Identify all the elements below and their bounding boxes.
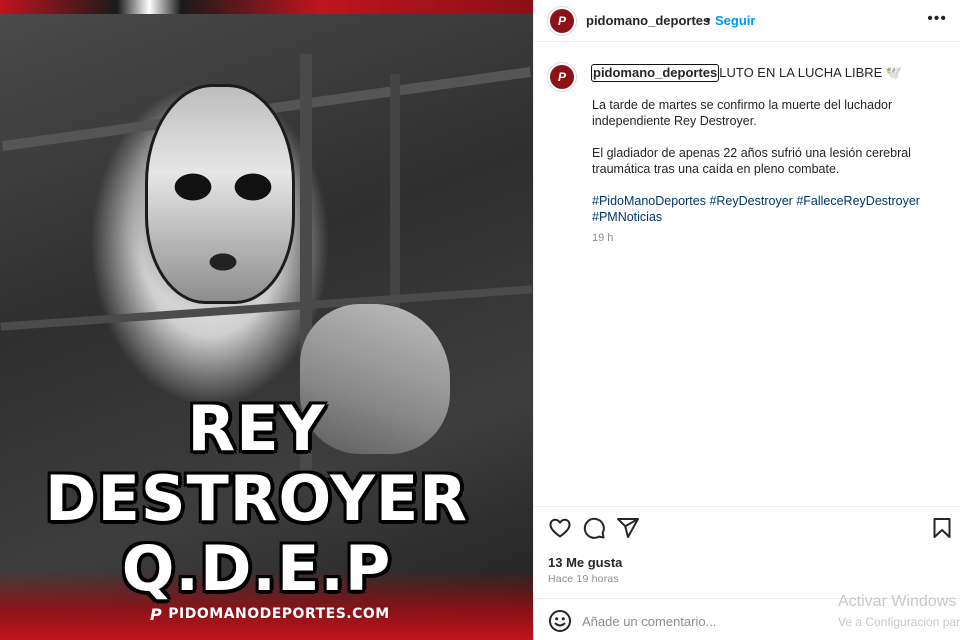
caption-paragraph: El gladiador de apenas 22 años sufrió un…	[592, 146, 911, 176]
os-activation-watermark: Activar Windows	[838, 593, 957, 610]
caption-avatar-logo-icon: P	[557, 70, 566, 84]
header-username-link[interactable]: pidomano_deportes	[586, 13, 710, 28]
roof-beam	[0, 285, 533, 331]
divider	[534, 506, 960, 507]
caption-first-line: pidomano_deportes LUTO EN LA LUCHA LIBRE …	[591, 64, 902, 82]
overlay-text-name-first: REY	[187, 392, 326, 465]
os-activation-watermark-subtitle: Ve a Configuración para...	[838, 615, 960, 629]
bookmark-icon[interactable]	[930, 516, 954, 540]
send-icon[interactable]	[616, 516, 640, 540]
image-top-band	[0, 0, 533, 14]
caption-timestamp[interactable]: 19 h	[592, 232, 613, 244]
avatar-logo-icon: P	[557, 14, 566, 28]
caption-title: LUTO EN LA LUCHA LIBRE 🕊️	[719, 65, 903, 80]
hashtag-link[interactable]: #FalleceReyDestroyer	[796, 194, 920, 208]
heart-icon[interactable]	[548, 516, 572, 540]
wrestler-mask	[145, 84, 295, 304]
brand-footer-text: PIDOMANODEPORTES.COM	[168, 606, 390, 622]
overlay-text-name-last: DESTROYER	[45, 462, 468, 535]
more-horizontal-icon[interactable]: •••	[927, 10, 947, 28]
caption-avatar[interactable]: P	[548, 63, 576, 91]
brand-logo-icon: P	[150, 604, 163, 624]
smiley-icon[interactable]	[548, 609, 572, 633]
post-image[interactable]: REY DESTROYER Q.D.E.P P PIDOMANODEPORTES…	[0, 0, 533, 640]
caption-hashtags: #PidoManoDeportes #ReyDestroyer #Fallece…	[592, 193, 942, 225]
post-timestamp[interactable]: Hace 19 horas	[548, 573, 619, 585]
follow-button[interactable]: Seguir	[715, 13, 755, 28]
image-brand-footer: P PIDOMANODEPORTES.COM	[150, 604, 410, 624]
likes-count[interactable]: 13 Me gusta	[548, 555, 622, 570]
overlay-text-qdep: Q.D.E.P	[121, 532, 392, 605]
avatar[interactable]: P	[548, 7, 576, 35]
header-separator: •	[706, 12, 711, 27]
hashtag-link[interactable]: #PidoManoDeportes	[592, 194, 706, 208]
caption-username-link[interactable]: pidomano_deportes	[591, 64, 720, 82]
caption-paragraph: La tarde de martes se confirmo la muerte…	[592, 98, 893, 128]
comment-icon[interactable]	[582, 516, 606, 540]
post-header: P pidomano_deportes • Seguir •••	[534, 0, 960, 42]
hashtag-link[interactable]: #ReyDestroyer	[709, 194, 792, 208]
hashtag-link[interactable]: #PMNoticias	[592, 210, 662, 224]
post-side-panel: P pidomano_deportes • Seguir ••• P pidom…	[533, 0, 960, 640]
comment-input[interactable]	[582, 610, 882, 632]
